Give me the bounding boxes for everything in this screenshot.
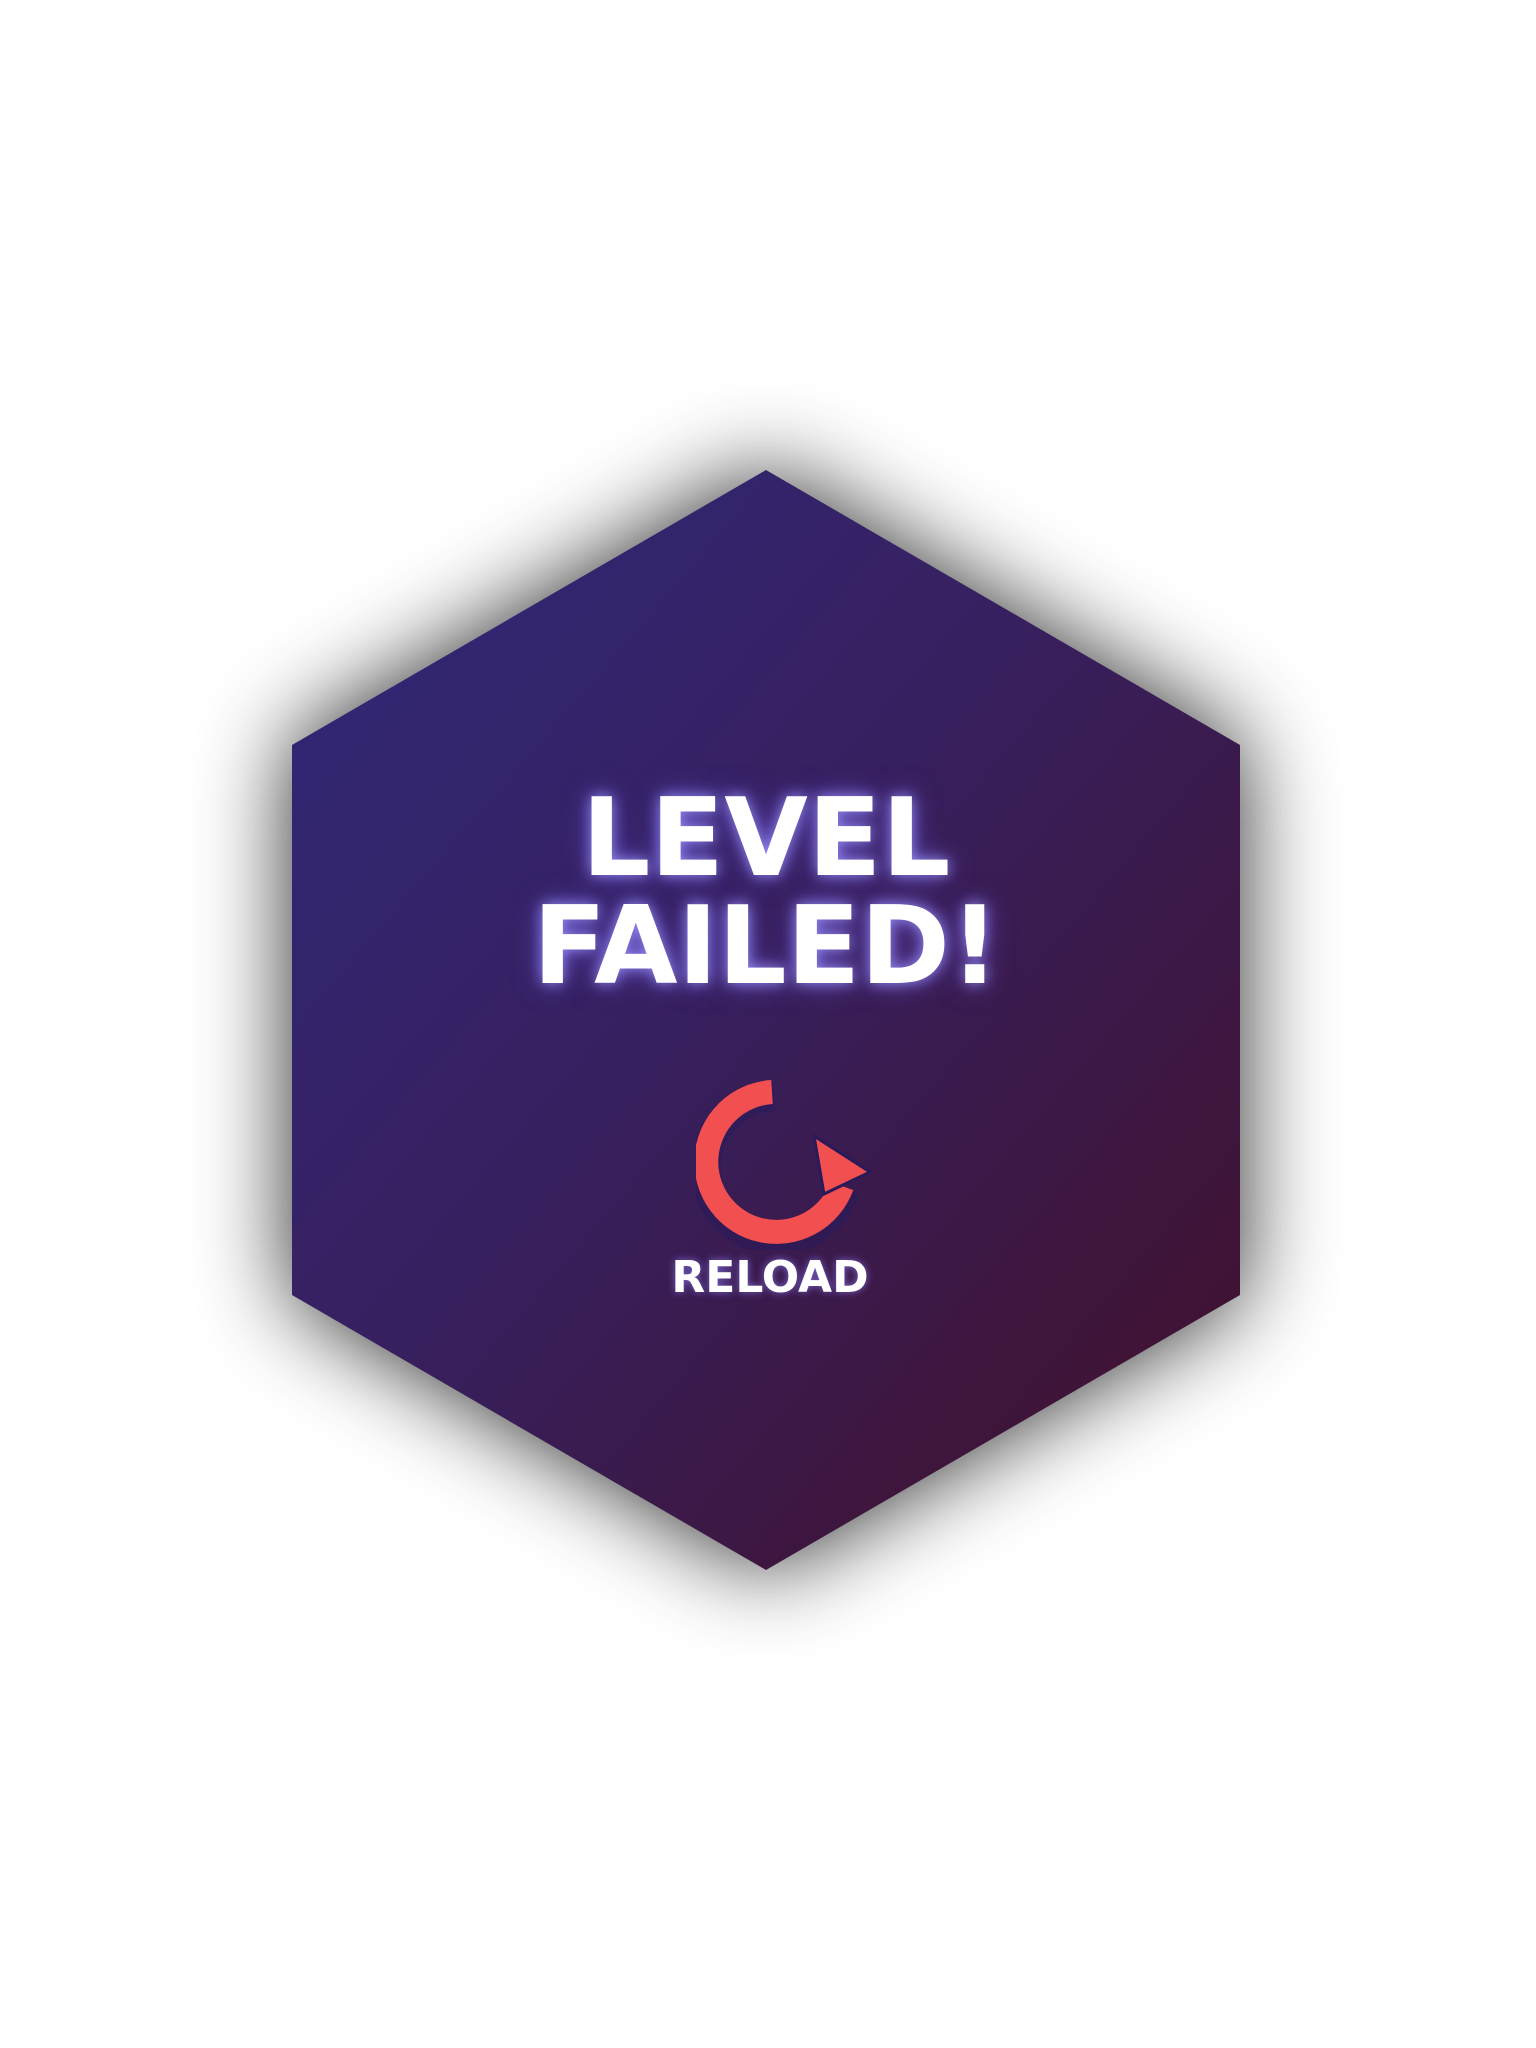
title-line-level: LEVEL (581, 776, 951, 901)
hexagon-panel (292, 470, 1240, 1570)
reload-icon[interactable] (690, 1070, 876, 1255)
level-failed-screen: LEVEL FAILED! RELOAD (0, 0, 1536, 2048)
level-failed-title: LEVEL FAILED! (292, 785, 1240, 1001)
reload-label[interactable]: RELOAD (620, 1250, 920, 1306)
reload-button[interactable]: RELOAD (620, 1060, 920, 1320)
title-line-failed: FAILED! (532, 884, 1000, 1009)
